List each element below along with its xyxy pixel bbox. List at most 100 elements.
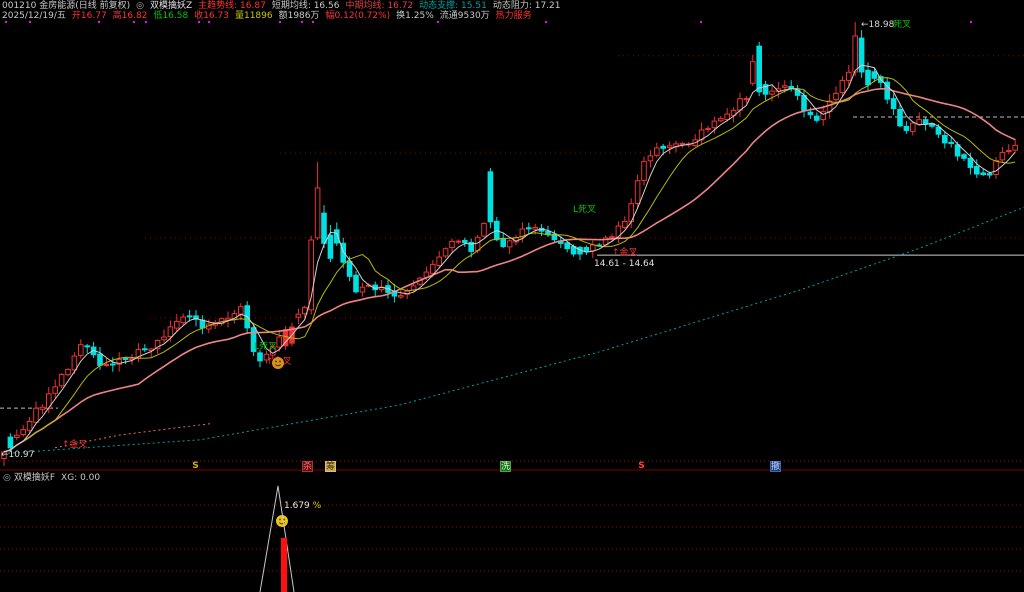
- candle-up: [59, 374, 64, 385]
- candle-up: [360, 287, 365, 292]
- low-text: 低16.58: [153, 11, 188, 21]
- smiley-eye: [279, 519, 281, 521]
- candle-down: [955, 145, 960, 156]
- signal-badge: 洗: [500, 461, 511, 472]
- candle-down: [463, 240, 468, 242]
- candle-down: [661, 146, 666, 148]
- candle-down: [111, 364, 116, 365]
- candle-down: [891, 99, 896, 109]
- candle-down: [501, 239, 506, 246]
- candle-down: [546, 231, 551, 234]
- candle-up: [181, 317, 186, 323]
- candle-up: [277, 337, 282, 347]
- candle-down: [815, 116, 820, 120]
- candle-up: [66, 369, 71, 374]
- ma-mid-line: [4, 78, 1015, 452]
- signal-dot: [545, 21, 547, 23]
- signal-dot: [133, 21, 135, 23]
- candle-up: [623, 222, 628, 228]
- dynamic-resistance-value-text: 动态阻力: 17.21: [493, 1, 561, 11]
- stock-chart-app: ←18.98死叉L死叉↑金叉L死叉↑金叉14.61 - 14.64↑金叉←10.…: [0, 0, 1024, 592]
- sub-indicator-title: 双模擒妖F: [14, 473, 55, 483]
- golden-cross-label: ↑金叉: [62, 438, 88, 450]
- candle-down: [975, 167, 980, 174]
- death-cross-label: L死叉: [573, 204, 596, 215]
- candle-up: [1007, 151, 1012, 152]
- candle-up: [1013, 145, 1018, 150]
- change-text: 幅0.12(0.72%): [326, 11, 391, 21]
- candle-down: [565, 243, 570, 249]
- mid-ma-value-text: 中期均线: 16.72: [345, 1, 413, 11]
- candle-up: [175, 322, 180, 329]
- candle-up: [47, 394, 52, 409]
- candle-up: [482, 224, 487, 236]
- candle-up: [15, 435, 20, 437]
- candle-down: [802, 95, 807, 110]
- date-text: 2025/12/19/五: [2, 11, 66, 21]
- candle-down: [143, 349, 148, 350]
- candle-down: [527, 228, 532, 229]
- candle-up: [911, 123, 916, 131]
- signal-dot: [312, 21, 314, 23]
- candle-up: [53, 387, 58, 393]
- candle-down: [98, 354, 103, 365]
- signal-dot: [198, 21, 200, 23]
- candle-up: [719, 119, 724, 121]
- candle-up: [667, 146, 672, 148]
- signal-dot: [700, 21, 702, 23]
- candle-up: [706, 129, 711, 130]
- sub-indicator-header: ◎双模擒妖FXG: 0.00: [3, 473, 100, 483]
- candle-up: [642, 162, 647, 181]
- candle-up: [431, 264, 436, 273]
- close-text: 收16.73: [194, 11, 229, 21]
- candle-up: [648, 156, 653, 161]
- death-cross-label: 死叉: [893, 19, 911, 30]
- symbol-title-text: 001210 金房能源(日线 前复权): [2, 1, 130, 11]
- candle-down: [85, 346, 90, 347]
- candle-up: [437, 257, 442, 265]
- sub-indicator-icon: ◎: [3, 473, 11, 483]
- high-text: 高16.82: [113, 11, 148, 21]
- candle-down: [987, 174, 992, 176]
- quote-header-line2: 2025/12/19/五开16.77高16.82低16.58收16.73量118…: [2, 11, 538, 21]
- ma-slow-line: [4, 89, 1015, 452]
- sub-signal-bar: [281, 538, 287, 592]
- candle-up: [655, 148, 660, 155]
- heat-service-text: 热力服务: [496, 11, 532, 21]
- high-price-marker: ←18.98: [861, 20, 895, 30]
- signal-dot: [145, 21, 147, 23]
- candle-down: [968, 158, 973, 167]
- quote-header-line1: 001210 金房能源(日线 前复权)◎双模擒妖Z主趋势线: 16.87短期均线…: [2, 1, 567, 11]
- signal-dot: [98, 21, 100, 23]
- signal-badge: S: [636, 461, 647, 472]
- turnover-rate-text: 换1.25%: [396, 11, 434, 21]
- candle-up: [27, 421, 32, 430]
- candle-down: [962, 155, 967, 159]
- candle-down: [949, 142, 954, 143]
- candle-up: [309, 240, 314, 310]
- candle-down: [258, 353, 263, 361]
- candle-up: [840, 80, 845, 92]
- sub-spike-value-label: 1.679 %: [284, 501, 322, 511]
- candle-down: [757, 46, 762, 92]
- candle-up: [853, 36, 858, 72]
- signal-dot: [29, 21, 31, 23]
- candle-up: [770, 91, 775, 94]
- candle-up: [72, 356, 77, 370]
- candle-up: [456, 241, 461, 242]
- signal-badge: S: [190, 461, 201, 472]
- volume-text: 量11896: [235, 11, 273, 21]
- signal-badge: 杀: [302, 461, 313, 472]
- candle-up: [239, 307, 244, 314]
- signal-badge: 筹: [325, 461, 336, 472]
- candle-down: [981, 173, 986, 175]
- candle-up: [399, 296, 404, 297]
- candle-up: [591, 245, 596, 251]
- candle-down: [872, 72, 877, 78]
- turnover-text: 额1986万: [279, 11, 320, 21]
- candle-up: [635, 181, 640, 204]
- main-chart-canvas[interactable]: ←18.98死叉L死叉↑金叉L死叉↑金叉14.61 - 14.64↑金叉←10.…: [0, 0, 1024, 592]
- indicator-name-text: 双模擒妖Z: [150, 1, 192, 11]
- candle-up: [34, 408, 39, 422]
- candle-up: [475, 237, 480, 250]
